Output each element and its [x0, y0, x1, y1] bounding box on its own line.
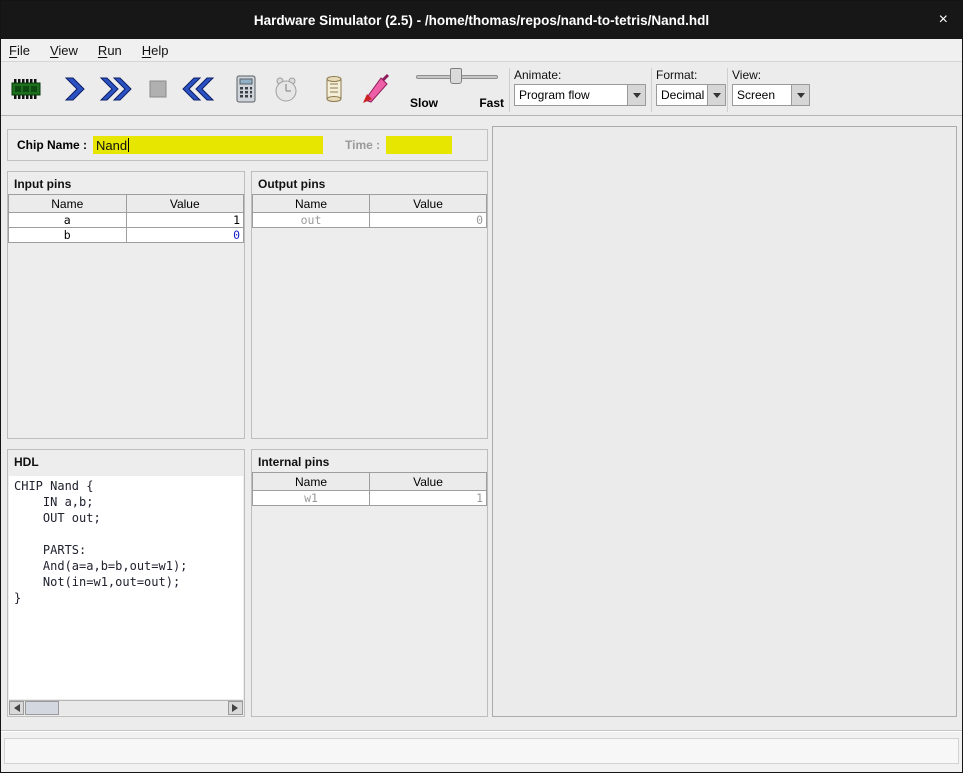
input-pins-title: Input pins — [8, 172, 244, 194]
animate-selected-value: Program flow — [515, 85, 627, 105]
hdl-code: CHIP Nand { IN a,b; OUT out; PARTS: And(… — [9, 476, 243, 608]
format-selected-value: Decimal — [657, 85, 707, 105]
single-step-button[interactable] — [55, 70, 93, 108]
slow-label: Slow — [410, 96, 438, 110]
scroll-icon — [318, 73, 350, 105]
brush-button[interactable] — [357, 70, 395, 108]
time-label: Time : — [345, 138, 380, 152]
internal-pins-title: Internal pins — [252, 450, 487, 472]
pin-row: a 1 — [9, 213, 244, 228]
speed-slider: Slow Fast — [406, 66, 508, 112]
column-header-value: Value — [126, 195, 244, 213]
animate-dropdown-button[interactable] — [627, 85, 645, 105]
hdl-horizontal-scrollbar[interactable] — [9, 700, 243, 715]
column-header-value: Value — [370, 473, 487, 491]
pin-name-cell: w1 — [253, 491, 370, 506]
reset-button[interactable] — [179, 70, 217, 108]
triangle-right-icon — [232, 704, 242, 712]
format-group: Format: Decimal — [651, 68, 727, 112]
calculator-icon — [230, 73, 262, 105]
chip-icon — [10, 73, 42, 105]
status-message — [4, 738, 959, 764]
chip-name-input[interactable]: Nand — [93, 136, 323, 154]
pin-row: b 0 — [9, 228, 244, 243]
close-button[interactable]: × — [939, 12, 948, 28]
format-label: Format: — [656, 68, 727, 82]
menu-item-help[interactable]: Help — [142, 43, 169, 58]
column-header-name: Name — [253, 473, 370, 491]
pin-value-cell[interactable]: 0 — [126, 228, 244, 243]
hdl-title: HDL — [8, 450, 244, 472]
pin-name-cell: out — [253, 213, 370, 228]
internal-pins-panel: Internal pins Name Value w1 1 — [251, 449, 488, 717]
menu-item-view[interactable]: View — [50, 43, 78, 58]
menu-item-file[interactable]: File — [9, 43, 30, 58]
chevron-down-icon — [633, 93, 641, 102]
titlebar: Hardware Simulator (2.5) - /home/thomas/… — [1, 1, 962, 39]
pin-name-cell: b — [9, 228, 127, 243]
fast-label: Fast — [479, 96, 504, 110]
window-title: Hardware Simulator (2.5) - /home/thomas/… — [254, 13, 709, 28]
pin-name-cell: a — [9, 213, 127, 228]
clock-icon — [270, 73, 302, 105]
chip-name-panel: Chip Name : Nand Time : — [7, 129, 488, 161]
step-forward-icon — [58, 73, 90, 105]
clock-button[interactable] — [267, 70, 305, 108]
view-dropdown[interactable]: Screen — [732, 84, 810, 106]
hdl-panel: HDL CHIP Nand { IN a,b; OUT out; PARTS: … — [7, 449, 245, 717]
script-button[interactable] — [315, 70, 353, 108]
menubar: File View Run Help — [1, 39, 962, 62]
scrollbar-thumb[interactable] — [25, 701, 59, 715]
pin-row: w1 1 — [253, 491, 487, 506]
input-pins-table: Name Value a 1 b 0 — [8, 194, 244, 243]
slider-thumb[interactable] — [450, 68, 462, 84]
animate-group: Animate: Program flow — [509, 68, 651, 112]
chip-name-label: Chip Name : — [17, 138, 87, 152]
view-dropdown-button[interactable] — [791, 85, 809, 105]
output-pins-title: Output pins — [252, 172, 487, 194]
format-dropdown[interactable]: Decimal — [656, 84, 726, 106]
rewind-icon — [181, 73, 215, 105]
scroll-right-button[interactable] — [228, 701, 243, 715]
animate-dropdown[interactable]: Program flow — [514, 84, 646, 106]
chip-name-value: Nand — [96, 138, 127, 153]
screen-view-panel — [492, 126, 957, 717]
animate-label: Animate: — [514, 68, 651, 82]
status-bar — [1, 730, 962, 772]
view-group: View: Screen — [727, 68, 813, 112]
toolbar: Slow Fast Animate: Program flow Format: … — [1, 62, 962, 116]
load-chip-button[interactable] — [7, 70, 45, 108]
chevron-down-icon — [797, 93, 805, 102]
pin-value-cell: 0 — [370, 213, 487, 228]
triangle-left-icon — [10, 704, 20, 712]
pin-value-cell: 1 — [370, 491, 487, 506]
pin-row: out 0 — [253, 213, 487, 228]
run-button[interactable] — [97, 70, 135, 108]
chevron-down-icon — [713, 93, 721, 102]
view-selected-value: Screen — [733, 85, 791, 105]
output-pins-table: Name Value out 0 — [252, 194, 487, 228]
hardware-simulator-window: Hardware Simulator (2.5) - /home/thomas/… — [0, 0, 963, 773]
text-caret — [128, 138, 129, 152]
column-header-value: Value — [370, 195, 487, 213]
time-input[interactable] — [386, 136, 452, 154]
input-pins-panel: Input pins Name Value a 1 b 0 — [7, 171, 245, 439]
column-header-name: Name — [253, 195, 370, 213]
internal-pins-table: Name Value w1 1 — [252, 472, 487, 506]
paint-brush-icon — [360, 73, 392, 105]
menu-item-run[interactable]: Run — [98, 43, 122, 58]
column-header-name: Name — [9, 195, 127, 213]
output-pins-panel: Output pins Name Value out 0 — [251, 171, 488, 439]
view-label: View: — [732, 68, 813, 82]
pin-value-cell[interactable]: 1 — [126, 213, 244, 228]
stop-button[interactable] — [139, 70, 177, 108]
calculator-button[interactable] — [227, 70, 265, 108]
hdl-code-view: CHIP Nand { IN a,b; OUT out; PARTS: And(… — [9, 476, 243, 699]
format-dropdown-button[interactable] — [707, 85, 725, 105]
fast-forward-icon — [99, 73, 133, 105]
scroll-left-button[interactable] — [9, 701, 24, 715]
stop-icon — [142, 73, 174, 105]
